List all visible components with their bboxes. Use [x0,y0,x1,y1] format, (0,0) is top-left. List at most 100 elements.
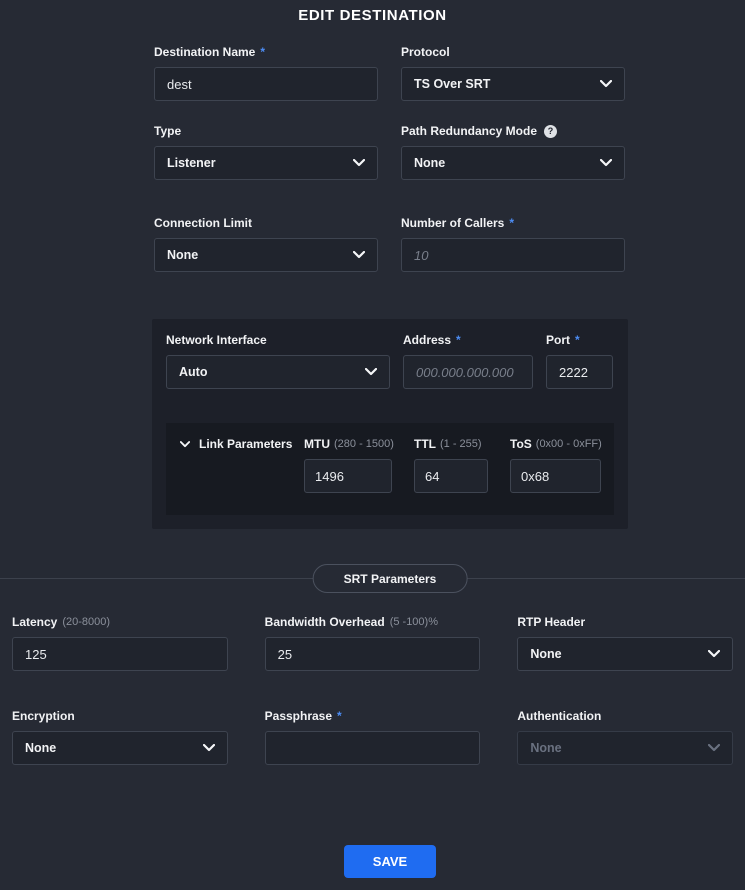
path-redundancy-mode-select[interactable]: None [401,146,625,180]
protocol-select[interactable]: TS Over SRT [401,67,625,101]
chevron-down-icon [365,368,377,376]
chevron-down-icon [353,159,365,167]
label-text: Destination Name [154,45,255,59]
connection-limit-label: Connection Limit [154,216,378,230]
field-destination-name: Destination Name * [154,45,378,101]
chevron-down-icon [600,80,612,88]
label-text: Bandwidth Overhead [265,615,385,629]
encryption-label: Encryption [12,709,228,723]
authentication-label: Authentication [517,709,733,723]
field-protocol: Protocol TS Over SRT [401,45,625,101]
ttl-range-hint: (1 - 255) [440,437,482,451]
tos-range-hint: (0x00 - 0xFF) [536,437,602,451]
chevron-down-icon [708,744,720,752]
latency-input[interactable] [12,637,228,671]
field-type: Type Listener [154,124,378,180]
tos-label: ToS (0x00 - 0xFF) [510,437,601,451]
protocol-selected-value: TS Over SRT [414,77,490,91]
passphrase-label: Passphrase * [265,709,481,723]
link-parameters-label: Link Parameters [199,437,292,451]
label-text: Type [154,124,181,138]
field-latency: Latency (20-8000) [12,615,228,671]
chevron-down-icon [180,441,190,448]
address-input[interactable] [403,355,533,389]
number-of-callers-input[interactable] [401,238,625,272]
label-text: Encryption [12,709,75,723]
bandwidth-overhead-label: Bandwidth Overhead (5 -100)% [265,615,481,629]
ttl-label: TTL (1 - 255) [414,437,488,451]
label-text: Port [546,333,570,347]
required-asterisk: * [575,333,580,347]
label-text: Protocol [401,45,450,59]
connection-limit-select[interactable]: None [154,238,378,272]
port-label: Port * [546,333,613,347]
field-path-redundancy-mode: Path Redundancy Mode ? None [401,124,625,180]
field-address: Address * [403,333,533,389]
label-text: Network Interface [166,333,267,347]
destination-name-input[interactable] [154,67,378,101]
field-encryption: Encryption None [12,709,228,765]
field-number-of-callers: Number of Callers * [401,216,625,272]
destination-name-label: Destination Name * [154,45,378,59]
link-parameters-panel: Link Parameters MTU (280 - 1500) TTL (1 … [166,423,614,515]
mtu-label: MTU (280 - 1500) [304,437,392,451]
required-asterisk: * [456,333,461,347]
field-bandwidth-overhead: Bandwidth Overhead (5 -100)% [265,615,481,671]
rtp-header-selected-value: None [530,647,561,661]
chevron-down-icon [203,744,215,752]
label-text: Connection Limit [154,216,252,230]
mtu-input[interactable] [304,459,392,493]
field-passphrase: Passphrase * [265,709,481,765]
type-selected-value: Listener [167,156,216,170]
connection-limit-selected-value: None [167,248,198,262]
ttl-input[interactable] [414,459,488,493]
srt-parameters-divider: SRT Parameters [0,564,745,593]
srt-parameters-toggle[interactable]: SRT Parameters [313,564,468,593]
network-interface-label: Network Interface [166,333,390,347]
field-authentication: Authentication None [517,709,733,765]
path-redundancy-mode-label: Path Redundancy Mode ? [401,124,625,138]
label-text: Number of Callers [401,216,504,230]
field-rtp-header: RTP Header None [517,615,733,671]
label-text: RTP Header [517,615,585,629]
encryption-select[interactable]: None [12,731,228,765]
type-select[interactable]: Listener [154,146,378,180]
network-interface-selected-value: Auto [179,365,207,379]
save-row: SAVE [0,845,745,878]
label-text: Authentication [517,709,601,723]
required-asterisk: * [260,45,265,59]
field-port: Port * [546,333,613,389]
port-input[interactable] [546,355,613,389]
passphrase-input[interactable] [265,731,481,765]
protocol-label: Protocol [401,45,625,59]
authentication-select: None [517,731,733,765]
type-label: Type [154,124,378,138]
chevron-down-icon [600,159,612,167]
field-network-interface: Network Interface Auto [166,333,390,389]
help-icon[interactable]: ? [544,125,557,138]
edit-destination-dialog: EDIT DESTINATION Destination Name * Prot… [0,0,745,878]
address-label: Address * [403,333,533,347]
bandwidth-overhead-range-hint: (5 -100)% [390,615,438,629]
label-text: MTU [304,437,330,451]
srt-parameters-form: Latency (20-8000) Bandwidth Overhead (5 … [12,615,733,765]
rtp-header-select[interactable]: None [517,637,733,671]
latency-range-hint: (20-8000) [62,615,110,629]
network-interface-select[interactable]: Auto [166,355,390,389]
destination-form-top: Destination Name * Protocol TS Over SRT … [154,45,625,272]
mtu-range-hint: (280 - 1500) [334,437,394,451]
field-connection-limit: Connection Limit None [154,216,378,272]
bandwidth-overhead-input[interactable] [265,637,481,671]
authentication-selected-value: None [530,741,561,755]
chevron-down-icon [353,251,365,259]
label-text: Address [403,333,451,347]
link-parameters-toggle[interactable]: Link Parameters [180,437,304,451]
network-panel: Network Interface Auto Address * [152,319,628,529]
required-asterisk: * [337,709,342,723]
label-text: ToS [510,437,532,451]
tos-input[interactable] [510,459,601,493]
path-redundancy-mode-selected-value: None [414,156,445,170]
chevron-down-icon [708,650,720,658]
encryption-selected-value: None [25,741,56,755]
save-button[interactable]: SAVE [344,845,436,878]
